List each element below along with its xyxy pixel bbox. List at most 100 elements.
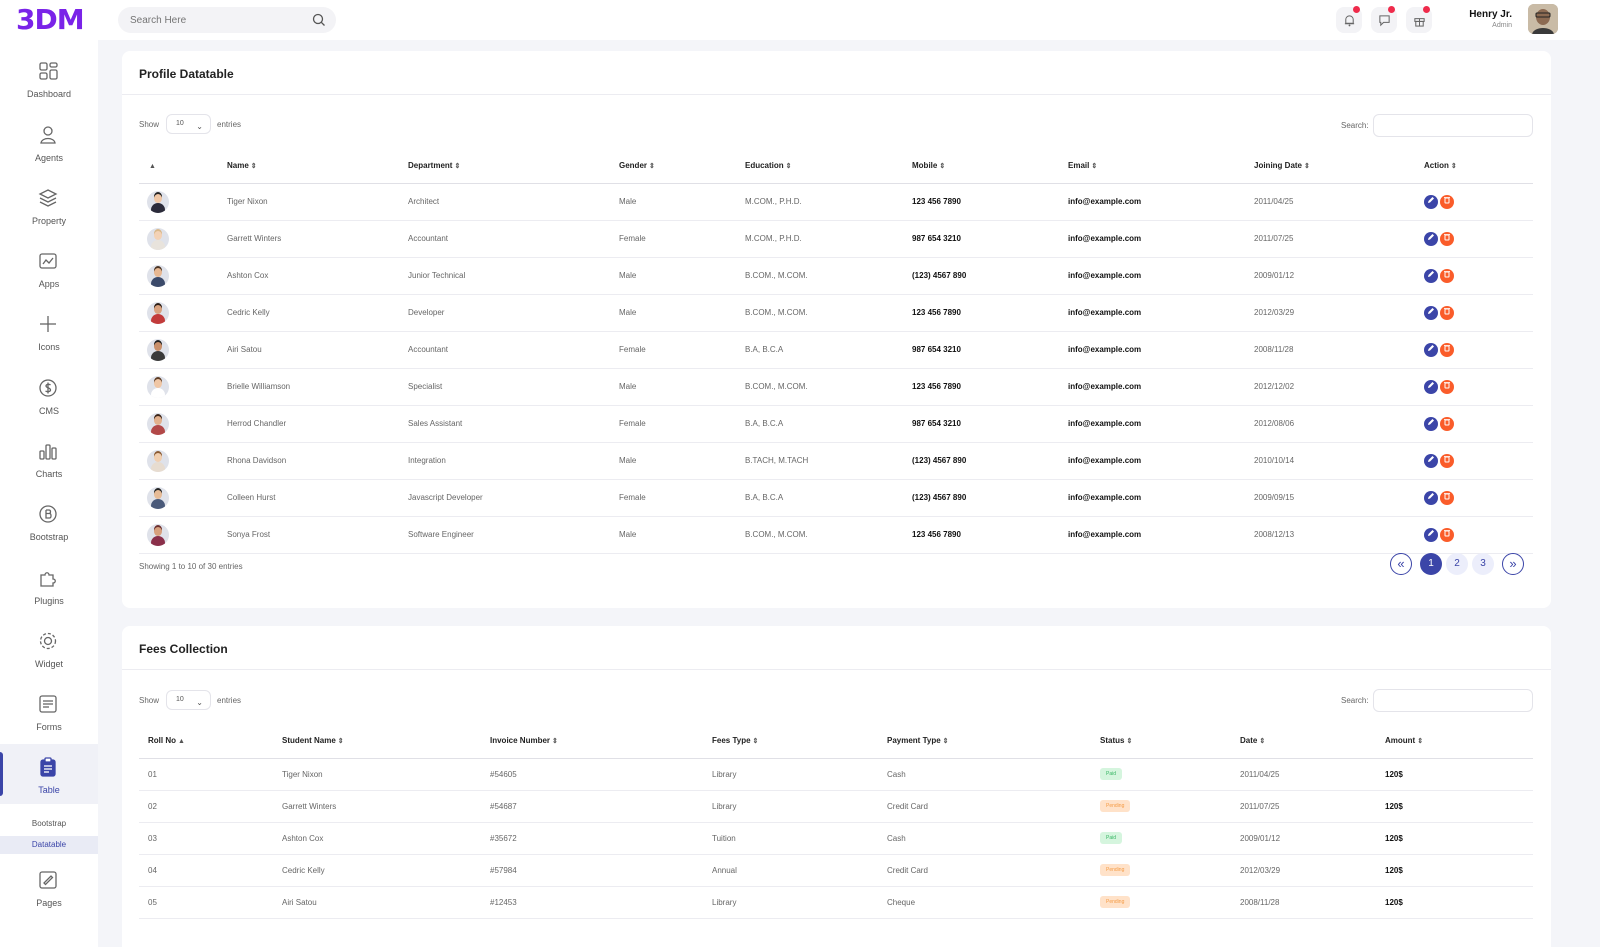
column-header-roll-no[interactable]: Roll No ▲ bbox=[139, 724, 282, 759]
card-title: Profile Datatable bbox=[139, 67, 234, 81]
column-header-photo[interactable]: ▲ bbox=[139, 149, 227, 184]
trash-icon bbox=[1444, 492, 1450, 499]
avatar[interactable] bbox=[1528, 4, 1558, 34]
entries-select[interactable]: 10 ⌄ bbox=[166, 114, 211, 134]
gender-cell: Female bbox=[619, 331, 745, 369]
page-2-button[interactable]: 2 bbox=[1446, 553, 1468, 575]
next-page-button[interactable]: » bbox=[1502, 553, 1524, 575]
sidebar-item-widget[interactable]: Widget bbox=[0, 630, 98, 690]
divider bbox=[122, 94, 1551, 95]
sidebar-item-table[interactable]: Table bbox=[0, 744, 98, 804]
table-row: 03 Ashton Cox #35672 Tuition Cash Paid 2009/01… bbox=[139, 822, 1533, 855]
roll-no-cell: 01 bbox=[139, 758, 282, 791]
status-cell: Paid bbox=[1100, 758, 1240, 791]
table-row: Sonya Frost Software Engineer Male B.COM., … bbox=[139, 516, 1533, 554]
column-header-mobile[interactable]: Mobile ⇕ bbox=[912, 149, 1068, 184]
column-header-action[interactable]: Action ⇕ bbox=[1424, 149, 1533, 184]
delete-button[interactable] bbox=[1440, 194, 1454, 209]
edit-button[interactable] bbox=[1424, 268, 1438, 283]
user-name[interactable]: Henry Jr. bbox=[1469, 9, 1512, 20]
entries-select[interactable]: 10 ⌄ bbox=[166, 690, 211, 710]
table-search-input[interactable] bbox=[1373, 689, 1533, 712]
page-1-button[interactable]: 1 bbox=[1420, 553, 1442, 575]
delete-button[interactable] bbox=[1440, 268, 1454, 283]
delete-button[interactable] bbox=[1440, 490, 1454, 505]
search-bar bbox=[118, 7, 336, 33]
column-header-date[interactable]: Date ⇕ bbox=[1240, 724, 1385, 759]
gift-button[interactable] bbox=[1406, 6, 1432, 33]
edit-button[interactable] bbox=[1424, 416, 1438, 431]
email-cell: info@example.com bbox=[1068, 331, 1254, 369]
sidebar-item-dashboard[interactable]: Dashboard bbox=[0, 60, 98, 120]
sidebar-item-plugins[interactable]: Plugins bbox=[0, 567, 98, 627]
sidebar-subitem-bootstrap[interactable]: Bootstrap bbox=[0, 815, 98, 833]
edit-button[interactable] bbox=[1424, 194, 1438, 209]
sidebar-item-cms[interactable]: CMS bbox=[0, 377, 98, 437]
sidebar-item-icons[interactable]: Icons bbox=[0, 313, 98, 373]
column-header-gender[interactable]: Gender ⇕ bbox=[619, 149, 745, 184]
messages-button[interactable] bbox=[1371, 6, 1397, 33]
photo-cell bbox=[139, 220, 227, 258]
column-header-education[interactable]: Education ⇕ bbox=[745, 149, 912, 184]
column-label: Email bbox=[1068, 161, 1090, 171]
column-header-payment-type[interactable]: Payment Type ⇕ bbox=[887, 724, 1100, 759]
edit-button[interactable] bbox=[1424, 231, 1438, 246]
column-header-joining-date[interactable]: Joining Date ⇕ bbox=[1254, 149, 1424, 184]
sidebar-item-pages[interactable]: Pages bbox=[0, 869, 98, 929]
column-header-department[interactable]: Department ⇕ bbox=[408, 149, 619, 184]
sidebar-item-property[interactable]: Property bbox=[0, 187, 98, 247]
sidebar-item-apps[interactable]: Apps bbox=[0, 250, 98, 310]
sidebar-item-label: Bootstrap bbox=[29, 532, 69, 542]
page-3-button[interactable]: 3 bbox=[1472, 553, 1494, 575]
sidebar-item-charts[interactable]: Charts bbox=[0, 440, 98, 500]
sidebar-item-label: Icons bbox=[38, 342, 60, 352]
department-cell: Software Engineer bbox=[408, 516, 619, 554]
edit-button[interactable] bbox=[1424, 305, 1438, 320]
notification-button[interactable] bbox=[1336, 6, 1362, 33]
mobile-cell: 123 456 7890 bbox=[912, 294, 1068, 332]
column-label: Payment Type bbox=[887, 736, 941, 746]
column-header-status[interactable]: Status ⇕ bbox=[1100, 724, 1240, 759]
column-header-amount[interactable]: Amount ⇕ bbox=[1385, 724, 1533, 759]
edit-button[interactable] bbox=[1424, 342, 1438, 357]
trash-icon bbox=[1444, 233, 1450, 240]
search-input[interactable] bbox=[118, 7, 298, 33]
edit-button[interactable] bbox=[1424, 453, 1438, 468]
table-search-input[interactable] bbox=[1373, 114, 1533, 137]
form-icon bbox=[37, 693, 59, 715]
delete-button[interactable] bbox=[1440, 342, 1454, 357]
delete-button[interactable] bbox=[1440, 379, 1454, 394]
sidebar-subitem-datatable[interactable]: Datatable bbox=[0, 836, 98, 854]
sidebar-item-bootstrap[interactable]: Bootstrap bbox=[0, 503, 98, 563]
pencil-icon bbox=[1428, 455, 1434, 462]
edit-button[interactable] bbox=[1424, 527, 1438, 542]
trash-icon bbox=[1444, 344, 1450, 351]
prev-page-button[interactable]: « bbox=[1390, 553, 1412, 575]
education-cell: M.COM., P.H.D. bbox=[745, 183, 912, 221]
puzzle-icon bbox=[37, 567, 59, 589]
delete-button[interactable] bbox=[1440, 527, 1454, 542]
gender-cell: Female bbox=[619, 479, 745, 517]
app-logo[interactable]: 3DM bbox=[16, 5, 85, 35]
mobile-cell: 123 456 7890 bbox=[912, 368, 1068, 406]
sort-icon: ⇕ bbox=[1091, 163, 1098, 171]
invoice-number-cell: #54605 bbox=[490, 758, 712, 791]
gender-cell: Male bbox=[619, 294, 745, 332]
delete-button[interactable] bbox=[1440, 416, 1454, 431]
delete-button[interactable] bbox=[1440, 305, 1454, 320]
education-cell: M.COM., P.H.D. bbox=[745, 220, 912, 258]
column-header-student-name[interactable]: Student Name ⇕ bbox=[282, 724, 490, 759]
mobile-cell: 123 456 7890 bbox=[912, 183, 1068, 221]
column-header-fees-type[interactable]: Fees Type ⇕ bbox=[712, 724, 887, 759]
edit-button[interactable] bbox=[1424, 379, 1438, 394]
action-cell bbox=[1424, 479, 1533, 517]
sort-icon: ⇕ bbox=[785, 163, 792, 171]
search-icon[interactable] bbox=[312, 13, 326, 32]
column-header-invoice-number[interactable]: Invoice Number ⇕ bbox=[490, 724, 712, 759]
column-header-name[interactable]: Name ⇕ bbox=[227, 149, 408, 184]
sidebar-item-agents[interactable]: Agents bbox=[0, 124, 98, 184]
column-header-email[interactable]: Email ⇕ bbox=[1068, 149, 1254, 184]
edit-button[interactable] bbox=[1424, 490, 1438, 505]
delete-button[interactable] bbox=[1440, 231, 1454, 246]
delete-button[interactable] bbox=[1440, 453, 1454, 468]
